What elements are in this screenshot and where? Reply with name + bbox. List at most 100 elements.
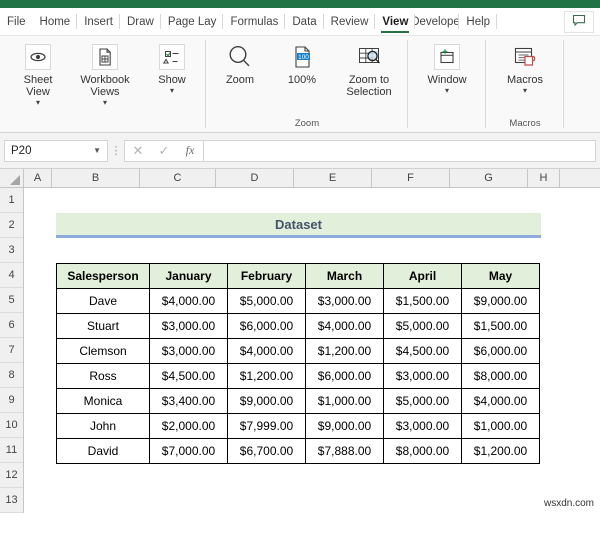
row-header-5[interactable]: 5 xyxy=(0,288,23,313)
cell-january[interactable]: $3,400.00 xyxy=(149,388,228,414)
zoom-button[interactable]: Zoom xyxy=(209,40,271,88)
cell-february[interactable]: $9,000.00 xyxy=(227,388,306,414)
tab-data[interactable]: Data xyxy=(285,8,324,35)
cell-march[interactable]: $9,000.00 xyxy=(305,413,384,439)
show-button[interactable]: Show ▾ xyxy=(141,40,203,97)
cell-march[interactable]: $3,000.00 xyxy=(305,288,384,314)
chevron-down-icon[interactable]: ▾ xyxy=(103,98,107,107)
tab-home[interactable]: Home xyxy=(33,8,78,35)
cell-may[interactable]: $6,000.00 xyxy=(461,338,540,364)
row-header-8[interactable]: 8 xyxy=(0,363,23,388)
tab-formulas[interactable]: Formulas xyxy=(223,8,286,35)
cell-march[interactable]: $7,888.00 xyxy=(305,438,384,464)
row-header-9[interactable]: 9 xyxy=(0,388,23,413)
row-header-1[interactable]: 1 xyxy=(0,188,23,213)
zoom-100-button[interactable]: 100 100% xyxy=(271,40,333,88)
table-header-march[interactable]: March xyxy=(305,263,384,289)
comments-button[interactable] xyxy=(564,11,594,33)
cell-march[interactable]: $6,000.00 xyxy=(305,363,384,389)
cell-april[interactable]: $3,000.00 xyxy=(383,363,462,389)
cell-january[interactable]: $4,000.00 xyxy=(149,288,228,314)
workbook-views-button[interactable]: Workbook Views ▾ xyxy=(69,40,141,109)
cell-april[interactable]: $8,000.00 xyxy=(383,438,462,464)
column-header-h[interactable]: H xyxy=(528,169,560,187)
cell-march[interactable]: $4,000.00 xyxy=(305,313,384,339)
cell-february[interactable]: $4,000.00 xyxy=(227,338,306,364)
cell-may[interactable]: $9,000.00 xyxy=(461,288,540,314)
cell-january[interactable]: $4,500.00 xyxy=(149,363,228,389)
chevron-down-icon[interactable]: ▾ xyxy=(523,86,527,95)
chevron-down-icon[interactable]: ▾ xyxy=(36,98,40,107)
column-header-c[interactable]: C xyxy=(140,169,216,187)
cell-january[interactable]: $7,000.00 xyxy=(149,438,228,464)
cell-april[interactable]: $3,000.00 xyxy=(383,413,462,439)
cell-february[interactable]: $7,999.00 xyxy=(227,413,306,439)
cell-january[interactable]: $3,000.00 xyxy=(149,338,228,364)
cell-salesperson[interactable]: David xyxy=(56,438,150,464)
zoom-to-selection-button[interactable]: Zoom to Selection xyxy=(333,40,405,100)
cell-may[interactable]: $4,000.00 xyxy=(461,388,540,414)
cell-april[interactable]: $1,500.00 xyxy=(383,288,462,314)
column-header-d[interactable]: D xyxy=(216,169,294,187)
cell-april[interactable]: $5,000.00 xyxy=(383,313,462,339)
row-header-12[interactable]: 12 xyxy=(0,463,23,488)
dataset-title-cell[interactable]: Dataset xyxy=(56,213,541,238)
sheet-canvas[interactable]: Dataset Salesperson January February Mar… xyxy=(24,188,600,513)
column-header-f[interactable]: F xyxy=(372,169,450,187)
cell-salesperson[interactable]: Dave xyxy=(56,288,150,314)
cell-salesperson[interactable]: Monica xyxy=(56,388,150,414)
table-header-salesperson[interactable]: Salesperson xyxy=(56,263,150,289)
check-icon[interactable]: ✓ xyxy=(151,143,177,159)
cell-may[interactable]: $1,200.00 xyxy=(461,438,540,464)
cell-salesperson[interactable]: Stuart xyxy=(56,313,150,339)
cell-salesperson[interactable]: Clemson xyxy=(56,338,150,364)
sheet-view-button[interactable]: Sheet View ▾ xyxy=(7,40,69,109)
formula-input[interactable] xyxy=(203,139,596,162)
column-header-e[interactable]: E xyxy=(294,169,372,187)
cell-salesperson[interactable]: John xyxy=(56,413,150,439)
cell-salesperson[interactable]: Ross xyxy=(56,363,150,389)
table-header-may[interactable]: May xyxy=(461,263,540,289)
cell-april[interactable]: $4,500.00 xyxy=(383,338,462,364)
name-box[interactable]: P20 ▼ xyxy=(4,139,108,162)
cell-may[interactable]: $1,500.00 xyxy=(461,313,540,339)
cell-april[interactable]: $5,000.00 xyxy=(383,388,462,414)
window-button[interactable]: Window ▾ xyxy=(411,40,483,97)
column-header-b[interactable]: B xyxy=(52,169,140,187)
cell-january[interactable]: $2,000.00 xyxy=(149,413,228,439)
tab-review[interactable]: Review xyxy=(324,8,376,35)
column-header-a[interactable]: A xyxy=(24,169,52,187)
row-header-7[interactable]: 7 xyxy=(0,338,23,363)
table-header-april[interactable]: April xyxy=(383,263,462,289)
column-header-g[interactable]: G xyxy=(450,169,528,187)
chevron-down-icon[interactable]: ▼ xyxy=(93,146,101,155)
table-header-february[interactable]: February xyxy=(227,263,306,289)
cell-may[interactable]: $1,000.00 xyxy=(461,413,540,439)
cell-february[interactable]: $1,200.00 xyxy=(227,363,306,389)
table-header-january[interactable]: January xyxy=(149,263,228,289)
row-header-10[interactable]: 10 xyxy=(0,413,23,438)
row-header-3[interactable]: 3 xyxy=(0,238,23,263)
cell-march[interactable]: $1,200.00 xyxy=(305,338,384,364)
fx-icon[interactable]: fx xyxy=(177,143,203,158)
tab-file[interactable]: File xyxy=(0,8,33,35)
formula-bar-grip[interactable]: ⋮ xyxy=(108,144,124,157)
chevron-down-icon[interactable]: ▾ xyxy=(445,86,449,95)
tab-draw[interactable]: Draw xyxy=(120,8,161,35)
tab-developer[interactable]: Developer xyxy=(415,8,460,35)
cancel-x-icon[interactable]: ✕ xyxy=(125,143,151,159)
row-header-11[interactable]: 11 xyxy=(0,438,23,463)
chevron-down-icon[interactable]: ▾ xyxy=(170,86,174,95)
macros-button[interactable]: Macros ▾ xyxy=(489,40,561,97)
row-header-13[interactable]: 13 xyxy=(0,488,23,513)
row-header-2[interactable]: 2 xyxy=(0,213,23,238)
cell-may[interactable]: $8,000.00 xyxy=(461,363,540,389)
cell-february[interactable]: $6,700.00 xyxy=(227,438,306,464)
tab-page-layout[interactable]: Page Lay xyxy=(161,8,224,35)
cell-february[interactable]: $6,000.00 xyxy=(227,313,306,339)
cell-march[interactable]: $1,000.00 xyxy=(305,388,384,414)
cell-february[interactable]: $5,000.00 xyxy=(227,288,306,314)
cell-january[interactable]: $3,000.00 xyxy=(149,313,228,339)
tab-view[interactable]: View xyxy=(375,8,416,35)
tab-help[interactable]: Help xyxy=(459,8,497,35)
